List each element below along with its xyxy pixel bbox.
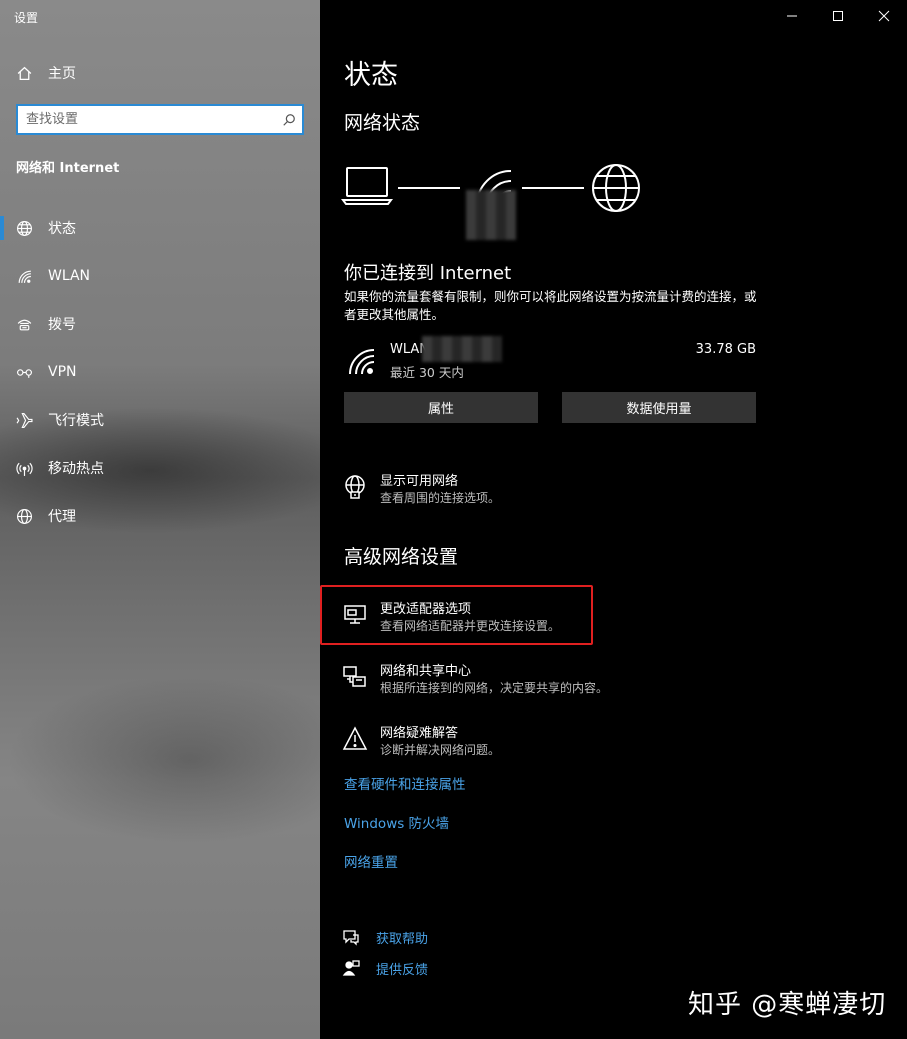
sharing-center-title: 网络和共享中心 (380, 664, 472, 679)
close-icon (878, 10, 890, 22)
firewall-link[interactable]: Windows 防火墙 (344, 812, 449, 832)
network-usage-amount: 33.78 GB (695, 342, 756, 357)
nav-list: 状态 WLAN 拨号 VPN 飞行模式 移动热点 代理 (0, 204, 320, 540)
search-icon[interactable] (276, 113, 302, 127)
sidebar-item-airplane[interactable]: 飞行模式 (0, 396, 320, 444)
feedback-label: 提供反馈 (376, 962, 429, 978)
help-chat-icon (343, 930, 359, 946)
close-button[interactable] (861, 0, 907, 32)
search-input[interactable] (18, 106, 276, 133)
troubleshoot-title: 网络疑难解答 (380, 726, 459, 741)
feedback-link[interactable]: 提供反馈 (342, 957, 428, 979)
troubleshoot-desc: 诊断并解决网络问题。 (380, 743, 501, 757)
sidebar-item-label: VPN (48, 364, 77, 380)
sidebar: 设置 主页 网络和 Internet 状态 WLAN (0, 0, 320, 1039)
minimize-button[interactable] (769, 0, 815, 32)
search-box[interactable] (16, 104, 304, 135)
globe-icon (0, 508, 48, 525)
globe-status-icon (0, 220, 48, 237)
watermark: 知乎 @寒蝉凄切 (688, 990, 887, 1020)
adapter-title: 更改适配器选项 (380, 602, 472, 617)
internet-globe-icon (592, 164, 640, 212)
change-adapter-options-link[interactable]: 更改适配器选项 查看网络适配器并更改连接设置。 (340, 598, 640, 638)
sidebar-item-hotspot[interactable]: 移动热点 (0, 444, 320, 492)
network-usage-period: 最近 30 天内 (390, 365, 464, 380)
dialup-icon (0, 316, 48, 333)
wifi-signal-icon (349, 349, 375, 375)
sharing-center-icon (343, 666, 366, 687)
troubleshoot-link[interactable]: 网络疑难解答 诊断并解决网络问题。 (340, 722, 640, 762)
nav-home-label: 主页 (48, 66, 76, 82)
properties-button[interactable]: 属性 (344, 392, 538, 423)
sidebar-item-label: 移动热点 (48, 461, 104, 477)
get-help-link[interactable]: 获取帮助 (342, 926, 428, 948)
sharing-center-link[interactable]: 网络和共享中心 根据所连接到的网络，决定要共享的内容。 (340, 660, 640, 700)
advanced-settings-title: 高级网络设置 (344, 546, 459, 568)
sidebar-section-title: 网络和 Internet (16, 161, 120, 176)
sidebar-item-label: 拨号 (48, 317, 76, 333)
maximize-button[interactable] (815, 0, 861, 32)
connected-description: 如果你的流量套餐有限制，则你可以将此网络设置为按流量计费的连接，或者更改其他属性… (344, 289, 757, 322)
adapter-desc: 查看网络适配器并更改连接设置。 (380, 619, 561, 633)
hardware-properties-link[interactable]: 查看硬件和连接属性 (344, 773, 466, 793)
network-usage-row: WLAN 最近 30 天内 33.78 GB (344, 340, 756, 380)
sidebar-item-wlan[interactable]: WLAN (0, 252, 320, 300)
feedback-icon (342, 960, 360, 976)
redacted-network-name (466, 190, 516, 240)
show-networks-icon (345, 475, 365, 499)
warning-icon (342, 726, 368, 750)
sidebar-item-label: 飞行模式 (48, 413, 104, 429)
sidebar-item-label: 代理 (48, 509, 76, 525)
network-status-title: 网络状态 (344, 112, 421, 134)
show-networks-title: 显示可用网络 (380, 474, 459, 489)
show-networks-desc: 查看周围的连接选项。 (380, 491, 501, 505)
window-title: 设置 (14, 11, 39, 25)
sidebar-item-proxy[interactable]: 代理 (0, 492, 320, 540)
connected-title: 你已连接到 Internet (344, 263, 512, 284)
sidebar-item-vpn[interactable]: VPN (0, 348, 320, 396)
home-icon (0, 65, 48, 82)
network-reset-link[interactable]: 网络重置 (344, 851, 398, 871)
sidebar-item-status[interactable]: 状态 (0, 204, 320, 252)
airplane-icon (0, 412, 48, 429)
sidebar-item-label: WLAN (48, 268, 91, 284)
maximize-icon (833, 11, 843, 21)
adapter-icon (344, 605, 366, 624)
wifi-icon (0, 268, 48, 285)
page-title: 状态 (344, 60, 398, 91)
data-usage-button[interactable]: 数据使用量 (562, 392, 756, 423)
sharing-center-desc: 根据所连接到的网络，决定要共享的内容。 (380, 681, 609, 695)
redacted-network-name (422, 336, 502, 362)
minimize-icon (787, 15, 797, 17)
main-content: 状态 网络状态 你已连接到 Internet 如果你的流量套餐有限制，则你可以将… (320, 0, 907, 1039)
sidebar-item-label: 状态 (48, 221, 76, 237)
get-help-label: 获取帮助 (376, 931, 429, 947)
nav-home[interactable]: 主页 (0, 58, 320, 88)
laptop-icon (341, 167, 393, 205)
vpn-icon (0, 364, 48, 381)
show-networks-link[interactable]: 显示可用网络 查看周围的连接选项。 (340, 470, 640, 510)
hotspot-icon (0, 460, 48, 477)
sidebar-item-dialup[interactable]: 拨号 (0, 300, 320, 348)
